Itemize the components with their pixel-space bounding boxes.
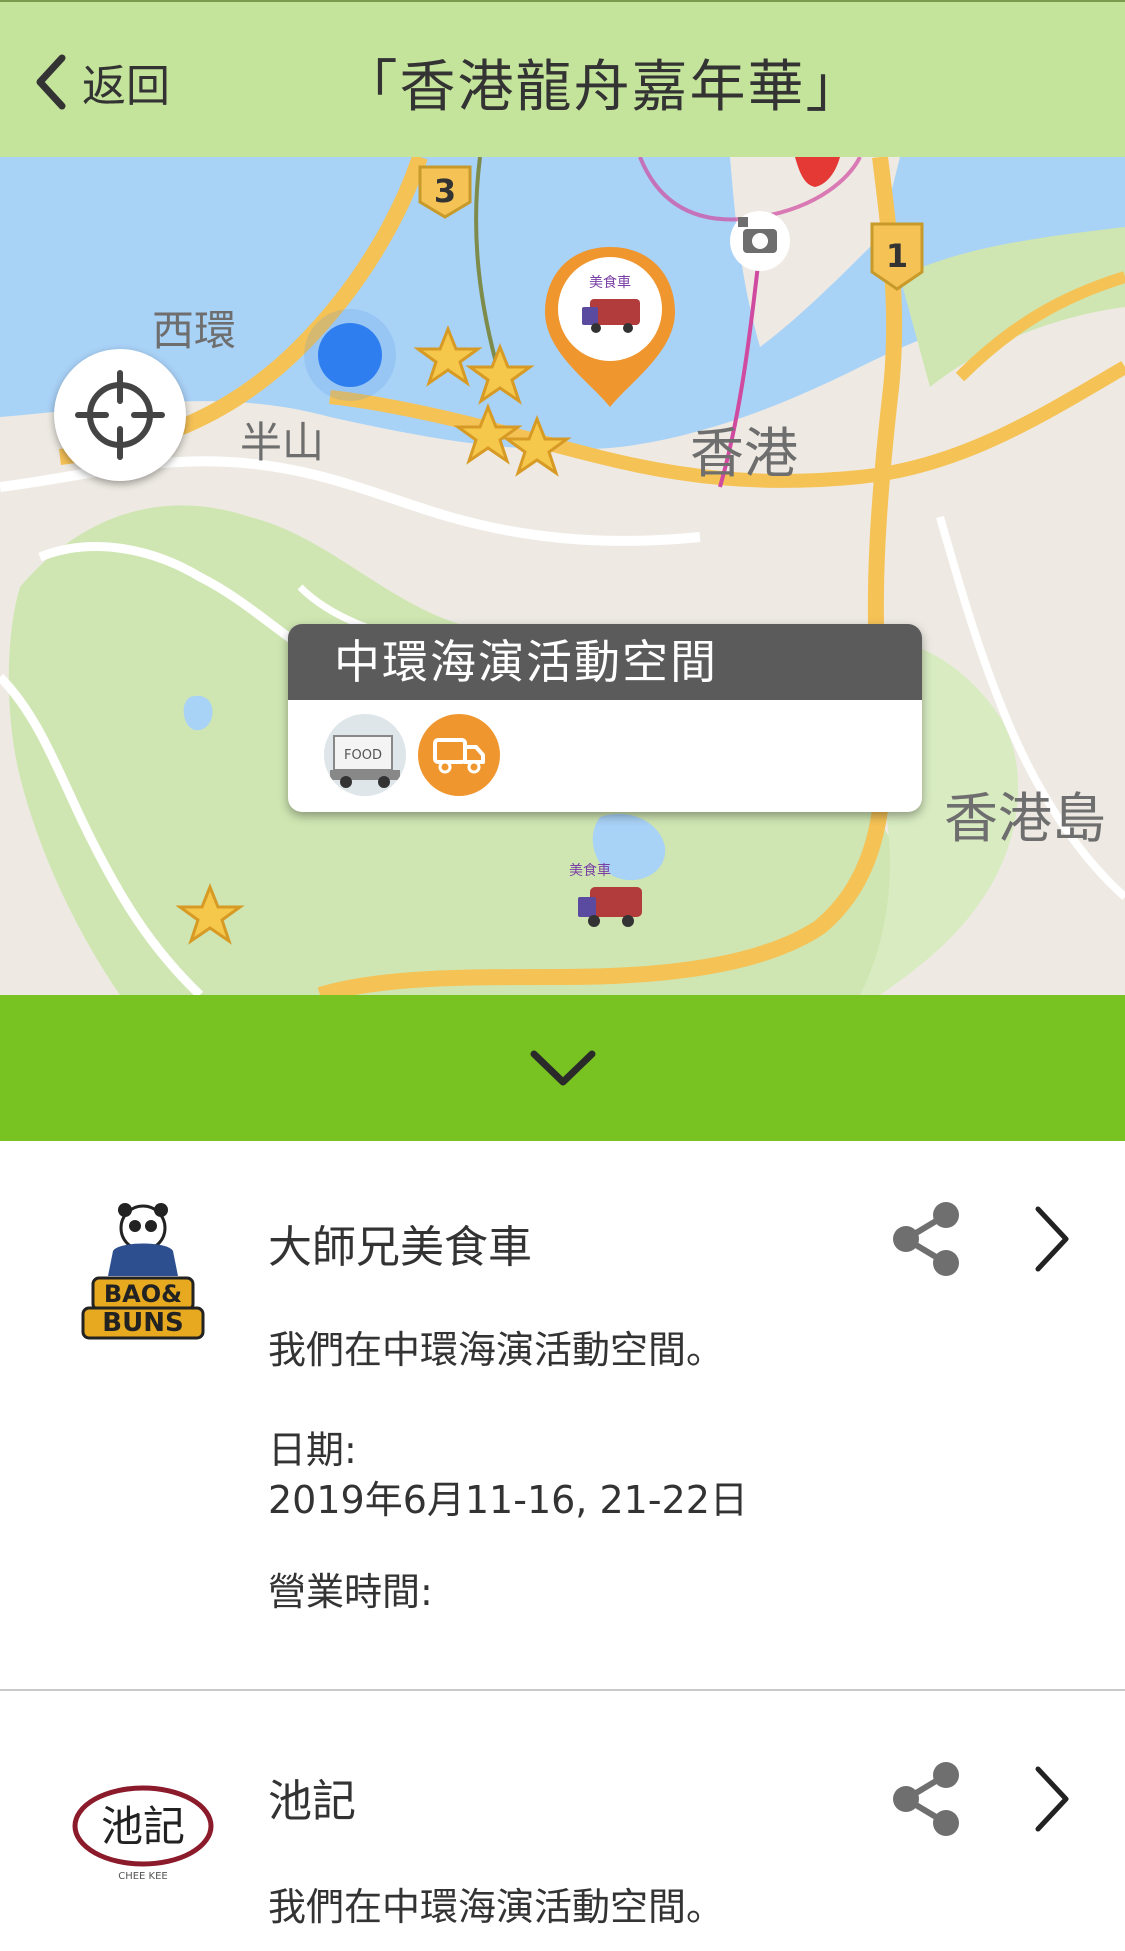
route-badge-3: 3 (418, 165, 472, 219)
collapse-map-button[interactable] (0, 995, 1125, 1141)
map-view[interactable]: 3 1 1 西環 半山 香港 香港島 (0, 157, 1125, 995)
chevron-down-icon (530, 1050, 595, 1086)
share-icon[interactable] (888, 1761, 964, 1837)
date-value: 2019年6月11-16, 21-22日 (268, 1478, 748, 1522)
svg-text:美食車: 美食車 (589, 274, 631, 291)
user-location-marker (304, 309, 396, 401)
chee-kee-logo: 池記 CHEE KEE (68, 1751, 218, 1901)
list-item[interactable]: 池記 CHEE KEE 池記 我們在中環海演活動空間。 (0, 1691, 1125, 1951)
svg-text:3: 3 (434, 172, 456, 210)
camera-marker-icon (730, 211, 790, 271)
star-marker (413, 324, 483, 387)
food-truck-thumbnail[interactable]: FOOD (324, 714, 406, 796)
crosshair-icon (75, 370, 165, 460)
svg-text:FOOD: FOOD (344, 748, 382, 763)
vendor-list: BAO& BUNS 大師兄美食車 我們在中環海演活動空間。 日期: 2019年6… (0, 1141, 1125, 1951)
hours-label: 營業時間: (268, 1570, 433, 1614)
location-popup[interactable]: 中環海演活動空間 FOOD (288, 624, 922, 812)
back-label: 返回 (82, 61, 170, 112)
map-label-hk-island: 香港島 (944, 787, 1106, 850)
back-button[interactable]: 返回 (30, 47, 170, 117)
svg-text:BUNS: BUNS (102, 1308, 183, 1338)
food-truck-pin-icon[interactable]: 美食車 (545, 247, 675, 407)
svg-text:CHEE KEE: CHEE KEE (118, 1871, 168, 1882)
map-label-mid-levels: 半山 (240, 418, 324, 467)
chevron-right-icon[interactable] (1030, 1201, 1074, 1277)
bao-buns-logo: BAO& BUNS (68, 1196, 218, 1346)
vendor-name: 大師兄美食車 (268, 1222, 532, 1273)
chevron-left-icon (36, 54, 66, 110)
app-header: 返回 「香港龍舟嘉年華」 (0, 0, 1125, 157)
svg-text:1: 1 (886, 237, 908, 275)
svg-text:BAO&: BAO& (104, 1280, 182, 1308)
vendor-description: 我們在中環海演活動空間。 (268, 1328, 725, 1372)
page-title: 「香港龍舟嘉年華」 (341, 55, 864, 120)
svg-text:美食車: 美食車 (569, 862, 611, 879)
svg-text:池記: 池記 (101, 1802, 185, 1851)
chevron-right-icon[interactable] (1030, 1761, 1074, 1837)
list-item[interactable]: BAO& BUNS 大師兄美食車 我們在中環海演活動空間。 日期: 2019年6… (0, 1141, 1125, 1691)
vendor-name: 池記 (268, 1776, 356, 1827)
locate-me-button[interactable] (54, 349, 186, 481)
map-tiles: 3 1 1 西環 半山 香港 香港島 (0, 157, 1125, 995)
map-label-sai-wan: 西環 (152, 306, 236, 355)
date-label: 日期: (268, 1428, 357, 1472)
vendor-description: 我們在中環海演活動空間。 (268, 1885, 725, 1929)
map-label-hong-kong: 香港 (690, 422, 798, 485)
popup-title: 中環海演活動空間 (288, 624, 922, 700)
truck-icon (418, 714, 500, 796)
share-icon[interactable] (888, 1201, 964, 1277)
star-marker (465, 342, 535, 405)
